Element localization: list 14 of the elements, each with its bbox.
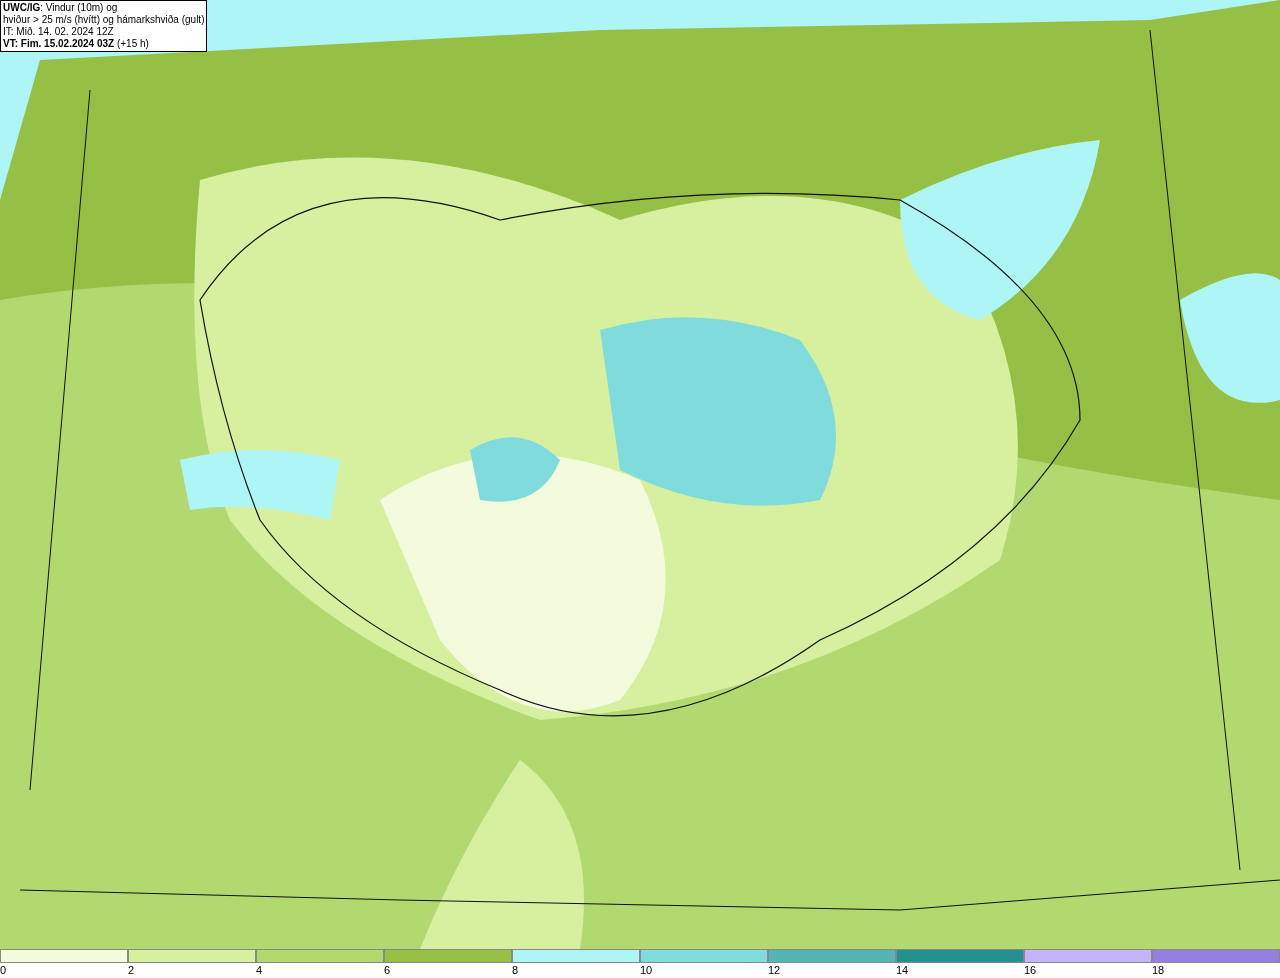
legend-label: 8 (512, 963, 519, 978)
legend-label: 16 (1024, 963, 1037, 978)
legend-label: 4 (256, 963, 263, 978)
title-line: VT: Fim. 15.02.2024 03Z (+15 h) (3, 38, 150, 50)
legend-label: 10 (640, 963, 653, 978)
legend-label: 12 (768, 963, 781, 978)
title-line: UWC/IG: Vindur (10m) og (3, 2, 119, 14)
legend-label: 2 (128, 963, 135, 978)
legend-label: 6 (384, 963, 391, 978)
legend-label: 18 (1152, 963, 1165, 978)
title-line: hviður > 25 m/s (hvítt) og hámarkshviða (gult) (3, 14, 205, 26)
title-line: IT: Mið. 14. 02. 2024 12Z (3, 26, 115, 38)
legend-label: 0 (0, 963, 7, 978)
legend-label: 14 (896, 963, 909, 978)
